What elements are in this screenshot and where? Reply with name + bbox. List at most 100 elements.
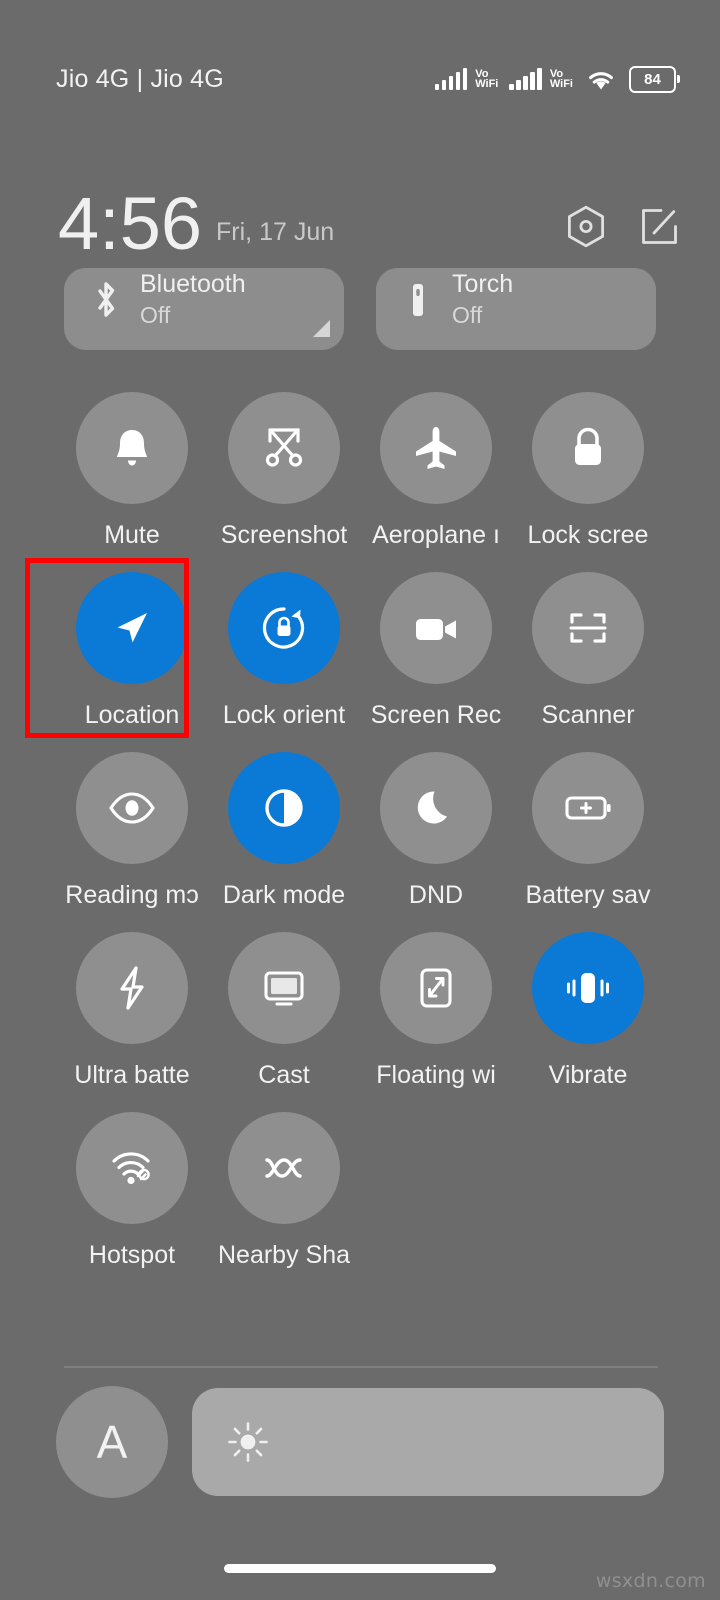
toggle-vibrate[interactable]: Vibrate xyxy=(512,932,664,1090)
toggle-vibrate-label: Vibrate xyxy=(548,1061,628,1089)
location-arrow-icon xyxy=(109,605,155,651)
toggle-battery-saver-label: Battery sav xyxy=(525,881,651,909)
toggle-aeroplane-mode[interactable]: Aeroplane ı xyxy=(360,392,512,550)
tile-card-torch[interactable]: Torch Off xyxy=(376,268,656,350)
toggle-floating-windows-bubble[interactable] xyxy=(380,932,492,1044)
tile-card-torch-status: Off xyxy=(452,302,483,328)
torch-icon xyxy=(398,277,438,323)
toggle-dnd-label: DND xyxy=(408,881,464,909)
toggle-aeroplane-mode-bubble[interactable] xyxy=(380,392,492,504)
toggle-ultra-battery-saver-bubble[interactable] xyxy=(76,932,188,1044)
top-tile-cards: Bluetooth Off Torch Off xyxy=(64,268,656,350)
quick-settings-panel: Jio 4G | Jio 4G Vo WiFi Vo WiFi 84 4:56 … xyxy=(0,0,720,1600)
quick-toggle-grid: Mute Screenshot Aeroplane ı Lock scree L… xyxy=(25,392,664,1270)
watermark-label: wsxdn.com xyxy=(595,1570,706,1592)
brightness-slider[interactable] xyxy=(192,1388,664,1496)
toggle-ultra-battery-saver-label: Ultra batte xyxy=(74,1061,190,1089)
toggle-floating-windows[interactable]: Floating wi xyxy=(360,932,512,1090)
toggle-scanner[interactable]: Scanner xyxy=(512,572,664,730)
battery-percent-label: 84 xyxy=(644,70,661,88)
toggle-ultra-battery-saver[interactable]: Ultra batte xyxy=(56,932,208,1090)
moon-icon xyxy=(414,785,458,831)
tile-card-bluetooth-text: Bluetooth Off xyxy=(140,268,246,330)
home-indicator[interactable] xyxy=(224,1564,496,1573)
scan-frame-icon xyxy=(564,604,612,652)
vibrate-icon xyxy=(563,965,613,1011)
expand-corner-icon[interactable] xyxy=(313,320,330,337)
toggle-screen-recorder-label: Screen Rec xyxy=(370,701,502,729)
bluetooth-icon xyxy=(86,277,126,323)
wifi-icon xyxy=(586,68,616,91)
volte-wifi-sim2-icon: Vo WiFi xyxy=(549,68,573,90)
toggle-nearby-share[interactable]: Nearby Sha xyxy=(208,1112,360,1270)
toggle-reading-mode[interactable]: Reading mɔ xyxy=(56,752,208,910)
toggle-battery-saver-bubble[interactable] xyxy=(532,752,644,864)
tile-card-torch-text: Torch Off xyxy=(452,268,513,330)
sun-brightness-icon xyxy=(226,1420,270,1464)
toggle-dark-mode-bubble[interactable] xyxy=(228,752,340,864)
toggle-screenshot-bubble[interactable] xyxy=(228,392,340,504)
scissors-icon xyxy=(260,423,308,473)
signal-bars-sim1-icon xyxy=(434,68,468,90)
toggle-battery-saver[interactable]: Battery sav xyxy=(512,752,664,910)
nearby-share-icon xyxy=(260,1151,308,1185)
toggle-dark-mode[interactable]: Dark mode xyxy=(208,752,360,910)
toggle-screenshot[interactable]: Screenshot xyxy=(208,392,360,550)
toggle-dark-mode-label: Dark mode xyxy=(222,881,346,909)
toggle-dnd[interactable]: DND xyxy=(360,752,512,910)
toggle-hotspot-bubble[interactable] xyxy=(76,1112,188,1224)
auto-brightness-button[interactable]: A xyxy=(56,1386,168,1498)
toggle-mute[interactable]: Mute xyxy=(56,392,208,550)
hexagon-gear-icon[interactable] xyxy=(566,205,606,248)
auto-brightness-label: A xyxy=(96,1416,128,1468)
toggle-lock-orientation-bubble[interactable] xyxy=(228,572,340,684)
toggle-cast[interactable]: Cast xyxy=(208,932,360,1090)
battery-plus-icon xyxy=(562,791,614,825)
toggle-screenshot-label: Screenshot xyxy=(220,521,348,549)
monitor-icon xyxy=(260,967,308,1009)
toggle-reading-mode-bubble[interactable] xyxy=(76,752,188,864)
volte-wifi-sim1-icon: Vo WiFi xyxy=(475,68,499,90)
toggle-aeroplane-mode-label: Aeroplane ı xyxy=(372,521,500,549)
toggle-vibrate-bubble[interactable] xyxy=(532,932,644,1044)
toggle-location-bubble[interactable] xyxy=(76,572,188,684)
toggle-cast-label: Cast xyxy=(258,1061,310,1089)
toggle-lock-orientation[interactable]: Lock orient xyxy=(208,572,360,730)
toggle-hotspot[interactable]: Hotspot xyxy=(56,1112,208,1270)
status-icon-group: Vo WiFi Vo WiFi 84 xyxy=(434,58,680,93)
volte-sim2-bottom-label: WiFi xyxy=(549,78,573,90)
edit-pencil-icon[interactable] xyxy=(640,206,680,247)
toggle-location[interactable]: Location xyxy=(25,558,208,738)
toggle-lock-screen[interactable]: Lock scree xyxy=(512,392,664,550)
toggle-mute-label: Mute xyxy=(104,521,160,549)
toggle-nearby-share-label: Nearby Sha xyxy=(217,1241,351,1269)
clock-label: 4:56 xyxy=(58,181,203,265)
toggle-scanner-label: Scanner xyxy=(541,701,635,729)
section-divider xyxy=(64,1366,658,1368)
eye-icon xyxy=(106,789,158,827)
battery-icon: 84 xyxy=(629,65,680,93)
signal-bars-sim2-icon xyxy=(509,68,542,90)
volte-sim1-bottom-label: WiFi xyxy=(475,78,499,90)
toggle-dnd-bubble[interactable] xyxy=(380,752,492,864)
toggle-screen-recorder[interactable]: Screen Rec xyxy=(360,572,512,730)
toggle-lock-screen-bubble[interactable] xyxy=(532,392,644,504)
date-label: Fri, 17 Jun xyxy=(216,218,335,246)
toggle-reading-mode-label: Reading mɔ xyxy=(65,881,199,909)
clock-header: 4:56 Fri, 17 Jun xyxy=(0,176,720,265)
toggle-mute-bubble[interactable] xyxy=(76,392,188,504)
bell-icon xyxy=(109,423,155,473)
toggle-location-label: Location xyxy=(84,701,180,729)
toggle-lock-screen-label: Lock scree xyxy=(527,521,649,549)
tile-card-bluetooth[interactable]: Bluetooth Off xyxy=(64,268,344,350)
hotspot-icon xyxy=(108,1148,156,1188)
lock-icon xyxy=(566,423,610,473)
brightness-row: A xyxy=(56,1382,664,1502)
contrast-circle-icon xyxy=(260,784,308,832)
toggle-scanner-bubble[interactable] xyxy=(532,572,644,684)
toggle-screen-recorder-bubble[interactable] xyxy=(380,572,492,684)
toggle-cast-bubble[interactable] xyxy=(228,932,340,1044)
toggle-nearby-share-bubble[interactable] xyxy=(228,1112,340,1224)
toggle-lock-orientation-label: Lock orient xyxy=(222,701,346,729)
toggle-floating-windows-label: Floating wi xyxy=(376,1061,496,1089)
